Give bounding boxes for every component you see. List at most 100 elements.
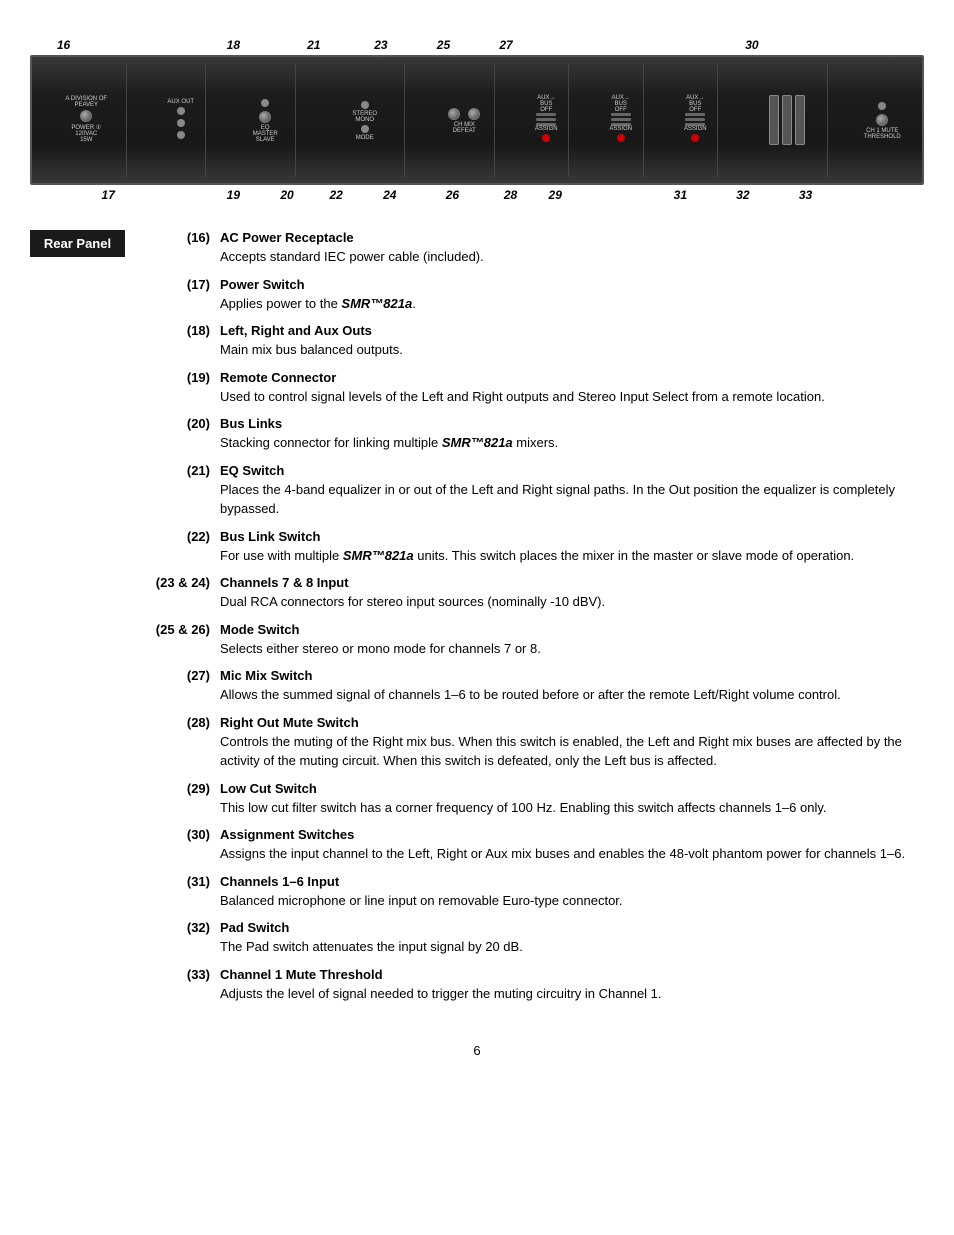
label-16: 16 <box>57 38 70 52</box>
item-32-title: Pad Switch <box>220 920 924 935</box>
label-25: 25 <box>437 38 450 52</box>
label-18: 18 <box>227 38 240 52</box>
item-18-title: Left, Right and Aux Outs <box>220 323 924 338</box>
page-container: 16 18 21 23 25 27 30 A DIVISION OFPEAVEY… <box>0 0 954 1235</box>
page-number: 6 <box>30 1043 924 1058</box>
item-27-desc: Allows the summed signal of channels 1–6… <box>220 685 924 705</box>
bottom-number-row: 17 19 20 22 24 26 28 29 31 32 33 <box>30 185 924 220</box>
item-30-title: Assignment Switches <box>220 827 924 842</box>
item-30-number: (30) <box>150 827 220 842</box>
item-18-number: (18) <box>150 323 220 338</box>
item-20-number: (20) <box>150 416 220 431</box>
item-31-title: Channels 1–6 Input <box>220 874 924 889</box>
panel-knob-threshold <box>876 114 888 126</box>
item-19-title: Remote Connector <box>220 370 924 385</box>
item-20-desc: Stacking connector for linking multiple … <box>220 433 924 453</box>
item-31-content: Channels 1–6 Input Balanced microphone o… <box>220 874 924 911</box>
item-19-content: Remote Connector Used to control signal … <box>220 370 924 407</box>
rear-panel-badge: Rear Panel <box>30 230 125 257</box>
item-33-number: (33) <box>150 967 220 982</box>
panel-section-remote: EQMASTERSLAVE <box>236 63 296 176</box>
item-17: (17) Power Switch Applies power to the S… <box>150 277 924 314</box>
item-23-24: (23 & 24) Channels 7 & 8 Input Dual RCA … <box>150 575 924 612</box>
item-28-content: Right Out Mute Switch Controls the mutin… <box>220 715 924 771</box>
panel-diagram: A DIVISION OFPEAVEY POWER ① 120VAC15W AU… <box>30 55 924 185</box>
panel-section-aux-out: AUX OUT <box>156 63 206 176</box>
item-16-desc: Accepts standard IEC power cable (includ… <box>220 247 924 267</box>
item-22-content: Bus Link Switch For use with multiple SM… <box>220 529 924 566</box>
label-19: 19 <box>227 188 240 202</box>
item-16-number: (16) <box>150 230 220 245</box>
item-20-title: Bus Links <box>220 416 924 431</box>
item-31-number: (31) <box>150 874 220 889</box>
item-16: (16) AC Power Receptacle Accepts standar… <box>150 230 924 267</box>
label-29: 29 <box>549 188 562 202</box>
item-23-24-number: (23 & 24) <box>150 575 220 590</box>
item-18-desc: Main mix bus balanced outputs. <box>220 340 924 360</box>
item-29-title: Low Cut Switch <box>220 781 924 796</box>
item-28-title: Right Out Mute Switch <box>220 715 924 730</box>
item-19: (19) Remote Connector Used to control si… <box>150 370 924 407</box>
label-32: 32 <box>736 188 749 202</box>
panel-section-mode: STEREOMONO MODE <box>325 63 405 176</box>
panel-inner: A DIVISION OFPEAVEY POWER ① 120VAC15W AU… <box>32 57 922 183</box>
item-22-number: (22) <box>150 529 220 544</box>
item-25-26-number: (25 & 26) <box>150 622 220 637</box>
item-30-desc: Assigns the input channel to the Left, R… <box>220 844 924 864</box>
panel-knob-power <box>80 110 92 122</box>
item-33-title: Channel 1 Mute Threshold <box>220 967 924 982</box>
item-20-content: Bus Links Stacking connector for linking… <box>220 416 924 453</box>
item-17-content: Power Switch Applies power to the SMR™82… <box>220 277 924 314</box>
label-17: 17 <box>102 188 115 202</box>
label-20: 20 <box>280 188 293 202</box>
item-18: (18) Left, Right and Aux Outs Main mix b… <box>150 323 924 360</box>
item-17-title: Power Switch <box>220 277 924 292</box>
item-27: (27) Mic Mix Switch Allows the summed si… <box>150 668 924 705</box>
label-31: 31 <box>674 188 687 202</box>
item-31-desc: Balanced microphone or line input on rem… <box>220 891 924 911</box>
item-25-26-content: Mode Switch Selects either stereo or mon… <box>220 622 924 659</box>
panel-section-left: A DIVISION OFPEAVEY POWER ① 120VAC15W <box>47 63 127 176</box>
panel-section-euro <box>748 63 828 176</box>
item-28: (28) Right Out Mute Switch Controls the … <box>150 715 924 771</box>
item-27-title: Mic Mix Switch <box>220 668 924 683</box>
item-21-content: EQ Switch Places the 4-band equalizer in… <box>220 463 924 519</box>
item-23-24-content: Channels 7 & 8 Input Dual RCA connectors… <box>220 575 924 612</box>
panel-section-rca: CH MIXDEFEAT <box>435 63 495 176</box>
item-17-number: (17) <box>150 277 220 292</box>
item-19-number: (19) <box>150 370 220 385</box>
panel-section-pad: CH 1 MUTETHRESHOLD <box>857 63 907 176</box>
item-20: (20) Bus Links Stacking connector for li… <box>150 416 924 453</box>
item-18-content: Left, Right and Aux Outs Main mix bus ba… <box>220 323 924 360</box>
item-16-content: AC Power Receptacle Accepts standard IEC… <box>220 230 924 267</box>
item-33: (33) Channel 1 Mute Threshold Adjusts th… <box>150 967 924 1004</box>
item-28-desc: Controls the muting of the Right mix bus… <box>220 732 924 771</box>
item-21-title: EQ Switch <box>220 463 924 478</box>
item-19-desc: Used to control signal levels of the Lef… <box>220 387 924 407</box>
item-28-number: (28) <box>150 715 220 730</box>
panel-section-bus3: AUX→BUSOFF ASSIGN <box>673 63 718 176</box>
panel-section-bus1: AUX→BUSOFF ASSIGN <box>524 63 569 176</box>
diagram-section: 16 18 21 23 25 27 30 A DIVISION OFPEAVEY… <box>30 20 924 220</box>
label-26: 26 <box>446 188 459 202</box>
item-32-number: (32) <box>150 920 220 935</box>
item-31: (31) Channels 1–6 Input Balanced microph… <box>150 874 924 911</box>
item-21-desc: Places the 4-band equalizer in or out of… <box>220 480 924 519</box>
label-28: 28 <box>504 188 517 202</box>
item-30-content: Assignment Switches Assigns the input ch… <box>220 827 924 864</box>
item-33-desc: Adjusts the level of signal needed to tr… <box>220 984 924 1004</box>
label-22: 22 <box>329 188 342 202</box>
item-17-desc: Applies power to the SMR™821a. <box>220 294 924 314</box>
item-16-title: AC Power Receptacle <box>220 230 924 245</box>
label-23: 23 <box>374 38 387 52</box>
item-25-26-title: Mode Switch <box>220 622 924 637</box>
item-27-number: (27) <box>150 668 220 683</box>
item-25-26-desc: Selects either stereo or mono mode for c… <box>220 639 924 659</box>
item-21-number: (21) <box>150 463 220 478</box>
item-29-desc: This low cut filter switch has a corner … <box>220 798 924 818</box>
item-32: (32) Pad Switch The Pad switch attenuate… <box>150 920 924 957</box>
label-27: 27 <box>499 38 512 52</box>
panel-knob-1 <box>259 111 271 123</box>
content-section: Rear Panel (16) AC Power Receptacle Acce… <box>30 230 924 1013</box>
item-29-number: (29) <box>150 781 220 796</box>
